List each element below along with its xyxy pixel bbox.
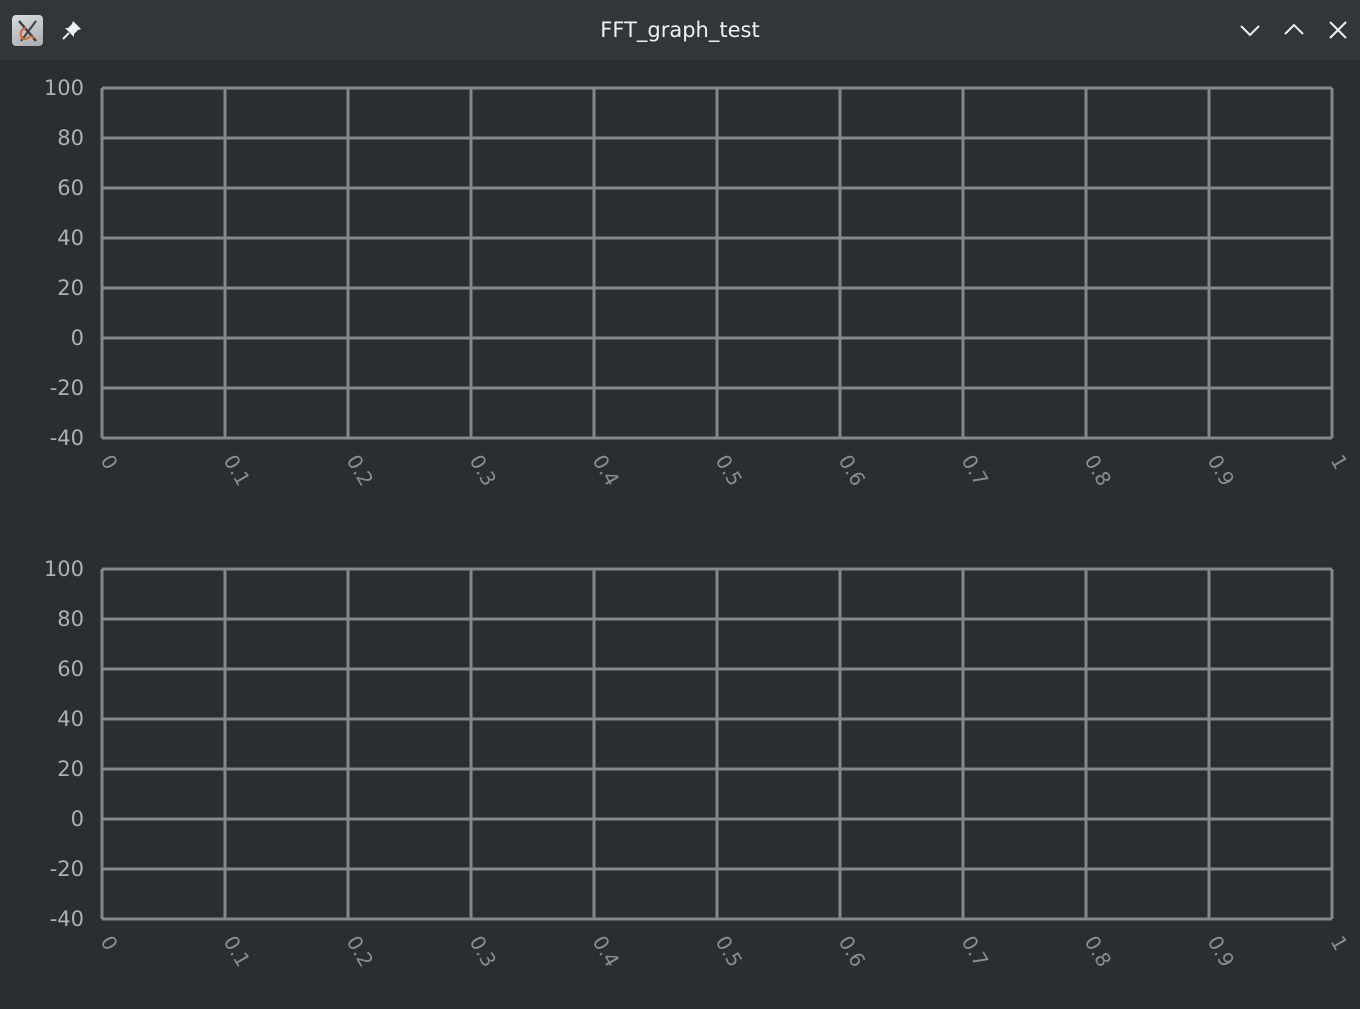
x-tick-label: 1 bbox=[1326, 932, 1353, 955]
plot-area bbox=[100, 86, 1334, 440]
y-tick-label: 0 bbox=[71, 807, 84, 831]
x-tick-label: 0.4 bbox=[588, 451, 625, 491]
y-tick-label: 40 bbox=[57, 707, 84, 731]
chevron-down-icon[interactable] bbox=[1238, 18, 1262, 42]
close-icon[interactable] bbox=[1326, 18, 1350, 42]
y-tick-label: 40 bbox=[57, 226, 84, 250]
x-tick-label: 0.3 bbox=[465, 451, 502, 491]
y-tick-label: 60 bbox=[57, 657, 84, 681]
x-tick-label: 0.5 bbox=[711, 451, 748, 491]
x-tick-label: 0.7 bbox=[957, 451, 994, 491]
x-tick-label: 0.4 bbox=[588, 932, 625, 972]
app-window: FFT_graph_test 100 80 60 40 20 0 -20 -40 0 0.1 0.2… bbox=[0, 0, 1360, 1009]
x-tick-label: 0.6 bbox=[834, 451, 871, 491]
x-tick-label: 0.8 bbox=[1080, 451, 1117, 491]
y-tick-label: 0 bbox=[71, 326, 84, 350]
x-tick-label: 0.8 bbox=[1080, 932, 1117, 972]
x-tick-label: 0.1 bbox=[219, 451, 256, 491]
y-tick-label: 100 bbox=[44, 76, 84, 100]
x-tick-label: 0.2 bbox=[342, 451, 379, 491]
title-bar[interactable]: FFT_graph_test bbox=[0, 0, 1360, 60]
window-title: FFT_graph_test bbox=[600, 18, 760, 42]
x-tick-label: 0.2 bbox=[342, 932, 379, 972]
y-tick-label: 80 bbox=[57, 126, 84, 150]
y-tick-label: -20 bbox=[50, 857, 84, 881]
x-tick-label: 1 bbox=[1326, 451, 1353, 474]
fft-chart-top[interactable]: 100 80 60 40 20 0 -20 -40 0 0.1 0.2 0.3 0.4 0.5 0.6 0.7… bbox=[0, 60, 1360, 500]
y-tick-label: 60 bbox=[57, 176, 84, 200]
y-tick-label: -40 bbox=[50, 426, 84, 450]
x-tick-label: 0 bbox=[96, 451, 123, 474]
plot-area bbox=[100, 567, 1334, 921]
y-tick-label: 20 bbox=[57, 276, 84, 300]
y-tick-label: 100 bbox=[44, 557, 84, 581]
y-tick-label: -40 bbox=[50, 907, 84, 931]
x-tick-label: 0.7 bbox=[957, 932, 994, 972]
y-tick-label: 20 bbox=[57, 757, 84, 781]
x-tick-label: 0.6 bbox=[834, 932, 871, 972]
x-tick-label: 0 bbox=[96, 932, 123, 955]
x-tick-label: 0.9 bbox=[1203, 932, 1240, 972]
x-tick-label: 0.9 bbox=[1203, 451, 1240, 491]
y-tick-label: 80 bbox=[57, 607, 84, 631]
x-tick-label: 0.1 bbox=[219, 932, 256, 972]
y-tick-label: -20 bbox=[50, 376, 84, 400]
x-tick-label: 0.5 bbox=[711, 932, 748, 972]
fft-chart-bottom[interactable]: 100 80 60 40 20 0 -20 -40 0 0.1 0.2 0.3 0.4 0.5 0.6 0.7… bbox=[0, 541, 1360, 981]
x-tick-label: 0.3 bbox=[465, 932, 502, 972]
chevron-up-icon[interactable] bbox=[1282, 18, 1306, 42]
